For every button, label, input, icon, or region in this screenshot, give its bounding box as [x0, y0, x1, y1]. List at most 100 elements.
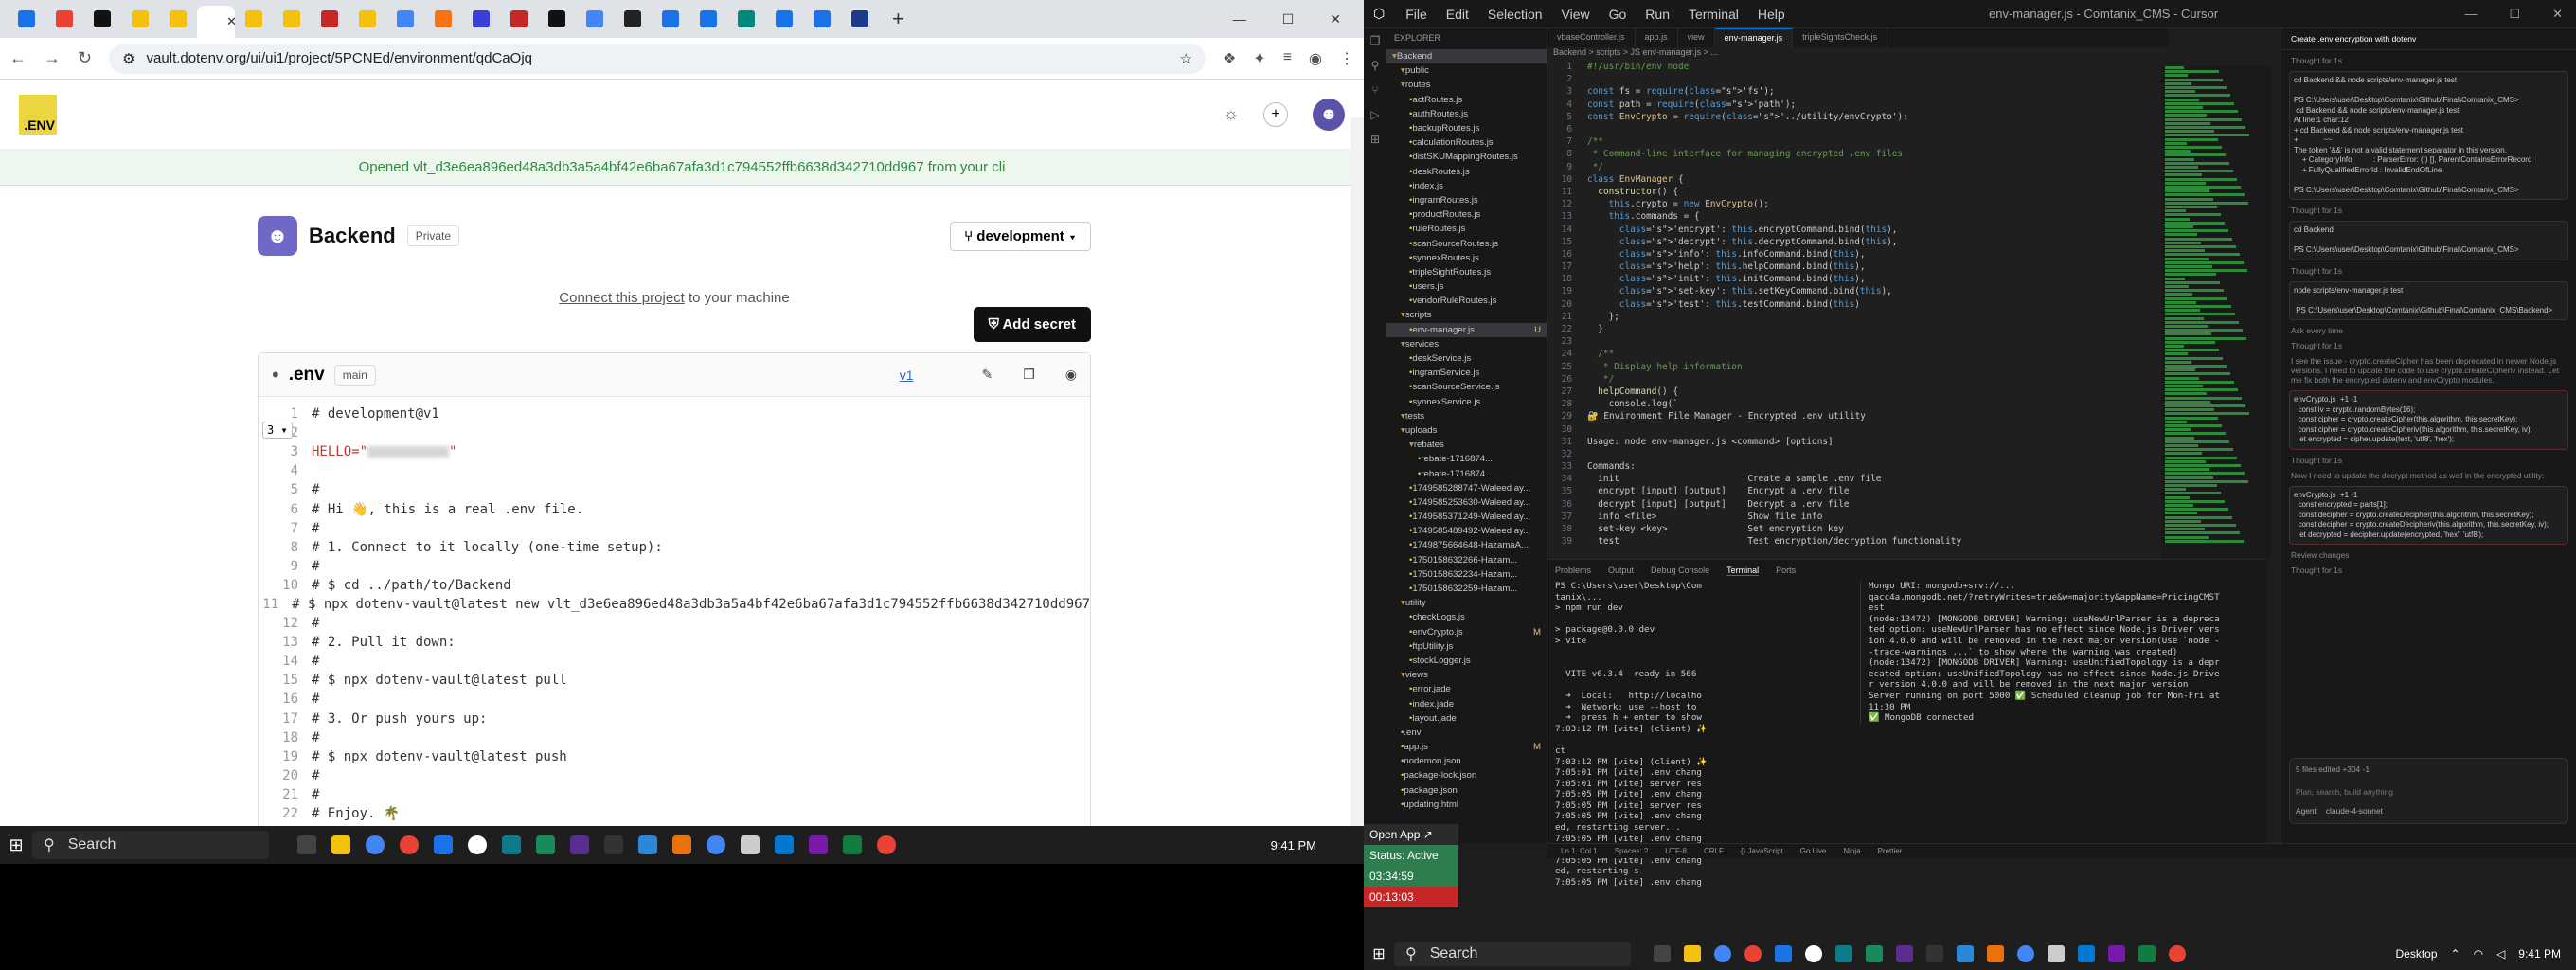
terminal-left[interactable]: PS C:\Users\user\Desktop\Com tanix\... >… — [1555, 581, 1811, 889]
profile-icon[interactable]: ◉ — [1309, 49, 1322, 68]
editor-tab[interactable]: env-manager.js — [1714, 28, 1794, 47]
avatar[interactable]: ☻ — [1313, 98, 1345, 131]
chat-command-block[interactable]: node scripts/env-manager.js test PS C:\U… — [2289, 280, 2568, 320]
terminal-right[interactable]: Mongo URI: mongodb+srv://... qacc4a.mong… — [1860, 581, 2258, 724]
browser-tab[interactable] — [538, 4, 576, 34]
browser-tab[interactable] — [727, 4, 765, 34]
explorer-item[interactable]: • distSKUMappingRoutes.js — [1386, 150, 1547, 164]
wifi-icon[interactable]: ◠ — [2474, 947, 2483, 961]
chat-command-block[interactable]: cd Backend && node scripts/env-manager.j… — [2289, 71, 2568, 200]
menu-run[interactable]: Run — [1645, 7, 1670, 22]
status-item[interactable]: CRLF — [1704, 847, 1724, 855]
minimap[interactable] — [2161, 66, 2271, 559]
explorer-item[interactable]: • layout.jade — [1386, 711, 1547, 726]
explorer-item[interactable]: • tripleSightRoutes.js — [1386, 265, 1547, 279]
puzzle-icon[interactable]: ✦ — [1253, 49, 1265, 68]
app-icon-5[interactable] — [1957, 945, 1974, 962]
add-icon[interactable]: + — [1263, 101, 1288, 127]
explorer-item[interactable]: • synnexRoutes.js — [1386, 251, 1547, 265]
status-item[interactable]: Spaces: 2 — [1615, 847, 1649, 855]
excel-icon[interactable] — [843, 835, 862, 854]
menu-view[interactable]: View — [1562, 7, 1590, 22]
app-icon-6[interactable] — [1987, 945, 2004, 962]
theme-toggle-icon[interactable]: ☼ — [1224, 104, 1240, 124]
add-secret-button[interactable]: ⛨ Add secret — [973, 307, 1091, 342]
panel-tab[interactable]: Output — [1608, 566, 1634, 575]
explorer-item[interactable]: • synnexService.js — [1386, 395, 1547, 409]
explorer-item[interactable]: • rebate-1716874... — [1386, 452, 1547, 466]
forward-icon[interactable]: → — [44, 48, 61, 68]
media-icon[interactable]: ≡ — [1283, 49, 1292, 68]
fold-toggle[interactable]: 3 ▾ — [262, 422, 293, 439]
menu-selection[interactable]: Selection — [1488, 7, 1543, 22]
browser-tab[interactable] — [841, 4, 879, 34]
explorer-item[interactable]: • index.jade — [1386, 696, 1547, 710]
new-tab-icon[interactable]: + — [892, 7, 904, 31]
extension-icon[interactable]: ❖ — [1223, 49, 1236, 68]
url-input[interactable]: ⚙ vault.dotenv.org/ui/ui1/project/5PCNEd… — [109, 43, 1206, 74]
browser-tab[interactable] — [349, 4, 386, 34]
browser-tab[interactable] — [8, 4, 45, 34]
version-link[interactable]: v1 — [900, 368, 914, 383]
editor-tab[interactable]: tripleSightsCheck.js — [1793, 28, 1888, 47]
explorer-item[interactable]: • ingramService.js — [1386, 366, 1547, 380]
status-item[interactable]: Ln 1, Col 1 — [1561, 847, 1598, 855]
explorer-item[interactable]: • .env — [1386, 726, 1547, 740]
browser-tab[interactable] — [689, 4, 727, 34]
app-icon[interactable] — [1775, 945, 1792, 962]
menu-go[interactable]: Go — [1609, 7, 1627, 22]
explorer-item[interactable]: • 1750158632234-Hazam... — [1386, 567, 1547, 582]
agent-mode-select[interactable]: Agent — [2296, 806, 2317, 816]
copy-icon[interactable]: ❐ — [1023, 367, 1035, 383]
explorer-item[interactable]: ▾ views — [1386, 668, 1547, 682]
explorer-item[interactable]: • error.jade — [1386, 682, 1547, 696]
app-icon-2[interactable] — [1835, 945, 1852, 962]
explorer-item[interactable]: ▾ public — [1386, 63, 1547, 78]
source-control-icon[interactable]: ⑂ — [1364, 78, 1386, 102]
app-icon-6[interactable] — [672, 835, 691, 854]
side-widget[interactable]: Open App ↗ — [1364, 824, 1458, 845]
chevron-up-icon[interactable]: ⌃ — [2451, 947, 2460, 961]
browser-tab[interactable] — [121, 4, 159, 34]
explorer-item[interactable]: • app.js M — [1386, 740, 1547, 754]
explorer-item[interactable]: • 1749875664648-HazamaA... — [1386, 538, 1547, 552]
github-icon[interactable] — [1805, 945, 1822, 962]
explorer-item[interactable]: • package.json — [1386, 783, 1547, 798]
explorer-item[interactable]: • checkLogs.js — [1386, 610, 1547, 624]
browser-tab[interactable] — [386, 4, 424, 34]
page-scrollbar[interactable] — [1351, 117, 1364, 826]
browser-tab[interactable] — [159, 4, 197, 34]
windows-start-icon[interactable]: ⊞ — [0, 835, 32, 855]
explorer-item[interactable]: • actRoutes.js — [1386, 93, 1547, 107]
close-icon[interactable]: ✕ — [1330, 11, 1341, 27]
vscode-icon[interactable] — [775, 835, 794, 854]
browser-tab[interactable] — [273, 4, 311, 34]
browser-tab[interactable] — [424, 4, 462, 34]
app-icon-4[interactable] — [1896, 945, 1913, 962]
explorer-item[interactable]: • env-manager.js U — [1386, 322, 1547, 337]
explorer-item[interactable]: • 1749585288747-Waleed ay... — [1386, 481, 1547, 495]
explorer-item[interactable]: ▾ tests — [1386, 409, 1547, 423]
panel-tab[interactable]: Terminal — [1726, 566, 1760, 576]
explorer-item[interactable]: • productRoutes.js — [1386, 207, 1547, 222]
status-item[interactable]: UTF-8 — [1665, 847, 1687, 855]
explorer-item[interactable]: • nodemon.json — [1386, 754, 1547, 768]
vscode-icon[interactable] — [2078, 945, 2095, 962]
chat-command-block[interactable]: cd Backend PS C:\Users\user\Desktop\Comt… — [2289, 221, 2568, 260]
menu-edit[interactable]: Edit — [1446, 7, 1469, 22]
onenote-icon[interactable] — [809, 835, 828, 854]
reload-icon[interactable]: ↻ — [78, 48, 92, 68]
explorer-item[interactable]: ▾ services — [1386, 337, 1547, 351]
close-icon[interactable]: ✕ — [2552, 7, 2563, 22]
explorer-item[interactable]: ▾ uploads — [1386, 423, 1547, 438]
explorer-item[interactable]: • deskService.js — [1386, 351, 1547, 366]
site-info-icon[interactable]: ⚙ — [122, 50, 134, 67]
explorer-item[interactable]: • ruleRoutes.js — [1386, 222, 1547, 236]
maximize-icon[interactable]: ☐ — [1282, 11, 1295, 27]
chrome-icon-2[interactable] — [400, 835, 419, 854]
explorer-item[interactable]: • 1750158632259-Hazam... — [1386, 582, 1547, 596]
browser-tab[interactable]: ✕ — [197, 6, 237, 38]
side-widget[interactable]: Status: Active — [1364, 845, 1458, 866]
browser-tab[interactable] — [576, 4, 614, 34]
explorer-icon[interactable] — [1684, 945, 1701, 962]
